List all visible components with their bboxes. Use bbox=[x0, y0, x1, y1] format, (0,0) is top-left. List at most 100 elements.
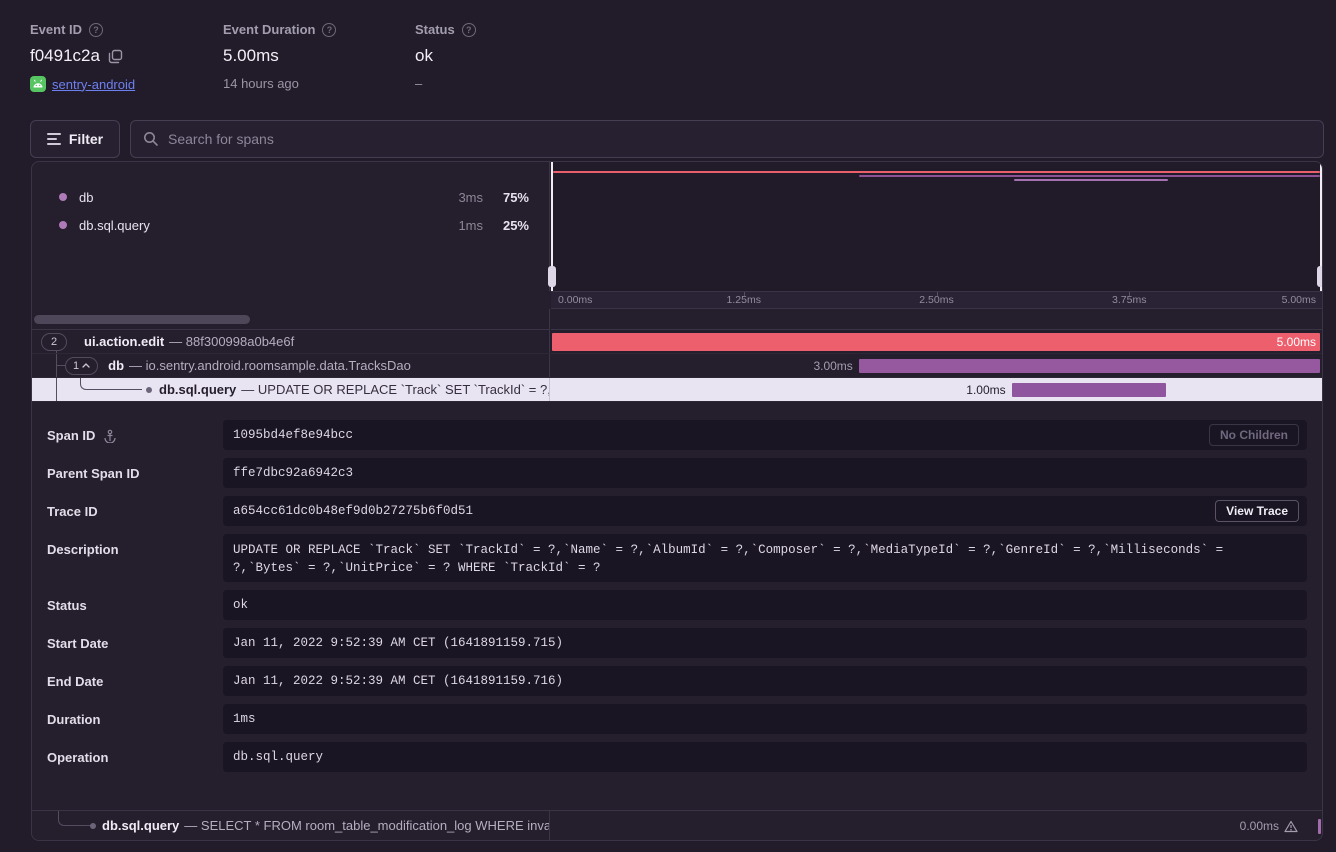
minimap-right-handle[interactable] bbox=[1320, 162, 1322, 291]
detail-value: ok bbox=[233, 596, 248, 614]
detail-value-box: Jan 11, 2022 9:52:39 AM CET (1641891159.… bbox=[223, 666, 1307, 696]
status-block: Status ? ok – bbox=[415, 22, 476, 91]
android-platform-icon bbox=[30, 76, 46, 92]
event-duration-block: Event Duration ? 5.00ms 14 hours ago bbox=[223, 22, 336, 91]
event-id-value: f0491c2a bbox=[30, 46, 100, 66]
filter-button-label: Filter bbox=[69, 131, 103, 147]
project-link[interactable]: sentry-android bbox=[52, 77, 135, 92]
detail-label: Trace ID bbox=[47, 504, 98, 519]
span-row-ui-action-edit[interactable]: 2 ui.action.edit — 88f300998a0b4e6f 5.00… bbox=[32, 330, 1322, 354]
minimap-left-handle[interactable] bbox=[551, 162, 553, 291]
span-duration-bar bbox=[552, 333, 1319, 351]
detail-row-trace-id: Trace ID a654cc61dc0b48ef9d0b27275b6f0d5… bbox=[47, 496, 1307, 526]
operations-breakdown: db 3ms 75% db.sql.query 1ms 25% bbox=[32, 162, 550, 291]
span-details: Span ID 1095bd4ef8e94bcc No Children Par… bbox=[32, 402, 1322, 810]
span-op: ui.action.edit bbox=[84, 334, 164, 349]
span-row-db-sql-query-selected[interactable]: db.sql.query — UPDATE OR REPLACE `Track`… bbox=[32, 378, 1322, 402]
minimap-span-line bbox=[553, 171, 1319, 173]
span-op: db.sql.query bbox=[102, 818, 179, 833]
event-id-label-row: Event ID ? bbox=[30, 22, 135, 37]
detail-value: a654cc61dc0b48ef9d0b27275b6f0d51 bbox=[233, 502, 473, 520]
drag-grip-icon[interactable] bbox=[1317, 266, 1323, 287]
no-children-button: No Children bbox=[1209, 424, 1299, 446]
span-duration-label: 0.00ms bbox=[1240, 811, 1279, 841]
detail-value: 1095bd4ef8e94bcc bbox=[233, 426, 353, 444]
span-children-badge[interactable]: 1 bbox=[65, 357, 98, 375]
filter-button[interactable]: Filter bbox=[30, 120, 120, 158]
help-icon[interactable]: ? bbox=[322, 23, 336, 37]
legend-dot-icon bbox=[59, 221, 67, 229]
event-duration-label: Event Duration bbox=[223, 22, 315, 37]
scrollbar-row-spacer bbox=[551, 309, 1322, 330]
minimap-span-line bbox=[1014, 179, 1168, 181]
tree-scrollbar-track[interactable] bbox=[32, 309, 550, 330]
search-input[interactable] bbox=[168, 131, 1311, 147]
help-icon[interactable]: ? bbox=[89, 23, 103, 37]
legend-item-db-sql-query[interactable]: db.sql.query 1ms 25% bbox=[32, 215, 550, 235]
minimap-span-line bbox=[859, 175, 1319, 177]
drag-grip-icon[interactable] bbox=[548, 266, 556, 287]
detail-row-duration: Duration 1ms bbox=[47, 704, 1307, 734]
legend-op: db.sql.query bbox=[79, 218, 150, 233]
detail-value: UPDATE OR REPLACE `Track` SET `TrackId` … bbox=[233, 541, 1247, 577]
axis-tick-label: 0.00ms bbox=[558, 294, 592, 306]
tree-node-dot bbox=[90, 823, 96, 829]
span-children-badge[interactable]: 2 bbox=[41, 333, 67, 351]
help-icon[interactable]: ? bbox=[462, 23, 476, 37]
legend-time: 1ms bbox=[458, 218, 483, 233]
detail-row-span-id: Span ID 1095bd4ef8e94bcc No Children bbox=[47, 420, 1307, 450]
detail-value: Jan 11, 2022 9:52:39 AM CET (1641891159.… bbox=[233, 634, 563, 652]
detail-row-parent-span-id: Parent Span ID ffe7dbc92a6942c3 bbox=[47, 458, 1307, 488]
anchor-icon[interactable] bbox=[103, 429, 117, 443]
legend-item-db[interactable]: db 3ms 75% bbox=[32, 187, 550, 207]
time-axis: 0.00ms 1.25ms 2.50ms 3.75ms 5.00ms bbox=[551, 291, 1322, 309]
detail-value: db.sql.query bbox=[233, 748, 323, 766]
event-duration-value: 5.00ms bbox=[223, 46, 279, 66]
detail-value: ffe7dbc92a6942c3 bbox=[233, 464, 353, 482]
detail-value-box: db.sql.query bbox=[223, 742, 1307, 772]
detail-label: Span ID bbox=[47, 428, 95, 443]
detail-value: Jan 11, 2022 9:52:39 AM CET (1641891159.… bbox=[233, 672, 563, 690]
span-desc: — UPDATE OR REPLACE `Track` SET `TrackId… bbox=[241, 382, 550, 397]
trace-minimap[interactable] bbox=[551, 162, 1322, 291]
span-desc: — 88f300998a0b4e6f bbox=[169, 334, 294, 349]
detail-row-end-date: End Date Jan 11, 2022 9:52:39 AM CET (16… bbox=[47, 666, 1307, 696]
span-row-db-sql-query-select[interactable]: db.sql.query — SELECT * FROM room_table_… bbox=[32, 810, 1322, 840]
detail-value-box: ffe7dbc92a6942c3 bbox=[223, 458, 1307, 488]
detail-row-start-date: Start Date Jan 11, 2022 9:52:39 AM CET (… bbox=[47, 628, 1307, 658]
legend-dot-icon bbox=[59, 193, 67, 201]
span-duration-bar bbox=[859, 359, 1320, 373]
event-id-label: Event ID bbox=[30, 22, 82, 37]
detail-value-box: 1095bd4ef8e94bcc No Children bbox=[223, 420, 1307, 450]
detail-label: Operation bbox=[47, 750, 108, 765]
span-row-db[interactable]: 1 db — io.sentry.android.roomsample.data… bbox=[32, 354, 1322, 378]
tree-node-dot bbox=[146, 387, 152, 393]
detail-row-description: Description UPDATE OR REPLACE `Track` SE… bbox=[47, 534, 1307, 582]
span-desc: — io.sentry.android.roomsample.data.Trac… bbox=[129, 358, 411, 373]
axis-tick-label: 1.25ms bbox=[727, 294, 761, 306]
status-value: ok bbox=[415, 46, 433, 66]
detail-label: Start Date bbox=[47, 636, 108, 651]
detail-row-status: Status ok bbox=[47, 590, 1307, 620]
tree-connector bbox=[80, 378, 142, 390]
axis-tick-label: 5.00ms bbox=[1282, 294, 1316, 306]
span-op: db.sql.query bbox=[159, 382, 236, 397]
detail-value: 1ms bbox=[233, 710, 256, 728]
search-bar[interactable] bbox=[130, 120, 1324, 158]
detail-label: Parent Span ID bbox=[47, 466, 139, 481]
copy-icon[interactable] bbox=[108, 49, 123, 64]
filter-icon bbox=[47, 133, 61, 145]
detail-value-box: Jan 11, 2022 9:52:39 AM CET (1641891159.… bbox=[223, 628, 1307, 658]
span-duration-bar bbox=[1012, 383, 1166, 397]
detail-value-box: a654cc61dc0b48ef9d0b27275b6f0d51 View Tr… bbox=[223, 496, 1307, 526]
detail-row-operation: Operation db.sql.query bbox=[47, 742, 1307, 772]
chevron-up-icon bbox=[82, 363, 90, 368]
span-duration-label: 5.00ms bbox=[1277, 330, 1316, 354]
legend-time: 3ms bbox=[458, 190, 483, 205]
detail-label: Description bbox=[47, 542, 119, 557]
view-trace-button[interactable]: View Trace bbox=[1215, 500, 1299, 522]
span-desc: — SELECT * FROM room_table_modification_… bbox=[184, 818, 550, 833]
axis-tick-label: 2.50ms bbox=[919, 294, 953, 306]
tree-scrollbar-thumb[interactable] bbox=[34, 315, 250, 324]
legend-op: db bbox=[79, 190, 93, 205]
